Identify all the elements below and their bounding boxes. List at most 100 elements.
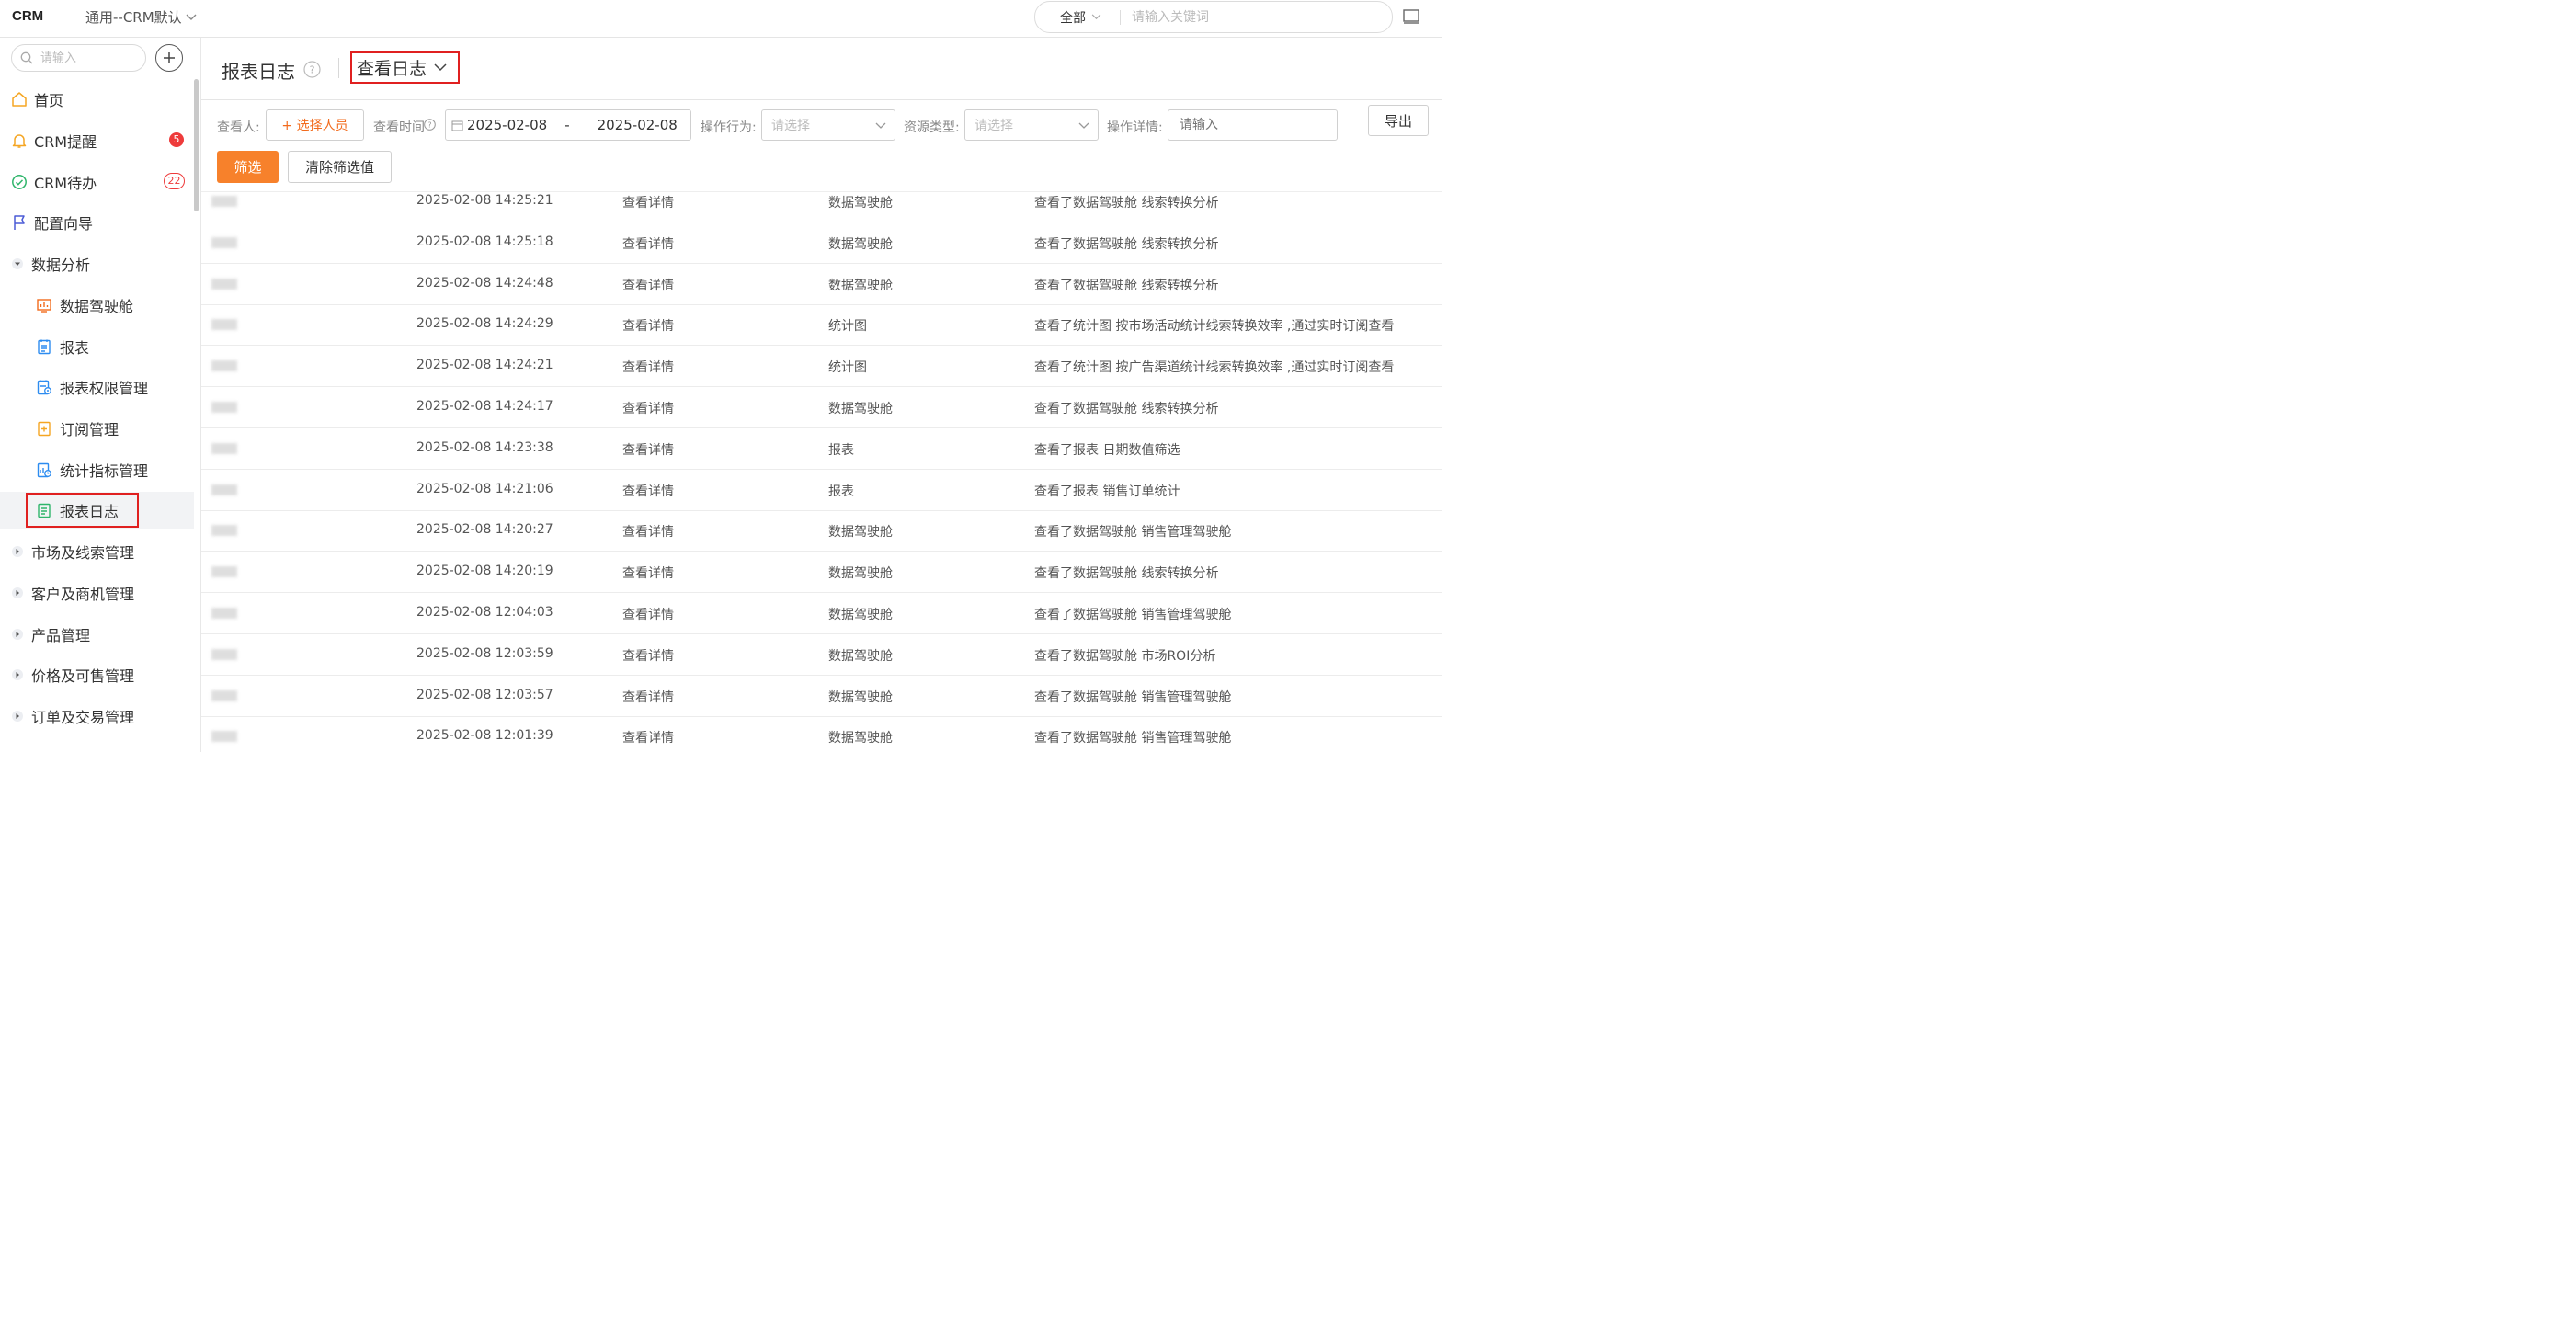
log-time-cell: 2025-02-08 14:25:18 xyxy=(416,233,553,249)
app-logo: CRM xyxy=(12,8,44,24)
log-action-cell: 查看详情 xyxy=(622,731,674,746)
sidebar-item-label: 订单及交易管理 xyxy=(31,709,135,726)
table-row[interactable]: 2025-02-08 12:03:57 查看详情 数据驾驶舱 查看了数据驾驶舱 销售管… xyxy=(201,676,1442,717)
caret-right-icon xyxy=(11,541,24,562)
log-time-cell: 2025-02-08 14:24:17 xyxy=(416,399,553,414)
add-button[interactable] xyxy=(155,44,183,72)
log-action-cell: 查看详情 xyxy=(622,566,674,582)
table-row[interactable]: 2025-02-08 12:04:03 查看详情 数据驾驶舱 查看了数据驾驶舱 销售管… xyxy=(201,593,1442,634)
select-person-label: + 选择人员 xyxy=(281,119,348,133)
select-person-button[interactable]: + 选择人员 xyxy=(266,109,364,141)
sidebar-item-label: CRM待办 xyxy=(34,175,97,192)
date-range-picker[interactable]: 2025-02-08 - 2025-02-08 xyxy=(445,109,691,141)
chevron-down-icon xyxy=(434,63,447,72)
export-button[interactable]: 导出 xyxy=(1368,105,1429,136)
sidebar-item-home[interactable]: 首页 xyxy=(0,81,194,118)
log-resource-type-cell: 数据驾驶舱 xyxy=(828,648,893,664)
table-row[interactable]: 2025-02-08 12:03:59 查看详情 数据驾驶舱 查看了数据驾驶舱 市场R… xyxy=(201,634,1442,676)
sidebar-item-metrics[interactable]: 统计指标管理 xyxy=(0,451,194,488)
chevron-down-icon xyxy=(1091,14,1101,20)
sidebar-item-label: 统计指标管理 xyxy=(60,462,149,480)
reminder-count-badge: 5 xyxy=(169,132,184,147)
date-separator: - xyxy=(564,117,570,133)
chevron-down-icon xyxy=(875,122,886,129)
table-row[interactable]: 2025-02-08 14:24:17 查看详情 数据驾驶舱 查看了数据驾驶舱 线索转… xyxy=(201,387,1442,428)
sidebar-search-input[interactable] xyxy=(39,50,134,66)
todo-count-badge: 22 xyxy=(164,173,185,189)
sidebar-item-label: 首页 xyxy=(34,92,64,109)
sidebar-item-label: CRM提醒 xyxy=(34,133,97,151)
help-icon[interactable]: ? xyxy=(303,61,321,78)
log-resource-type-cell: 数据驾驶舱 xyxy=(828,236,893,252)
log-resource-type-cell: 报表 xyxy=(828,442,854,458)
log-resource-type-cell: 统计图 xyxy=(828,319,867,335)
sidebar-item-report-permission[interactable]: 报表权限管理 xyxy=(0,369,194,405)
sidebar-item-crm-todo[interactable]: CRM待办 22 xyxy=(0,164,194,200)
table-row[interactable]: 2025-02-08 14:21:06 查看详情 报表 查看了报表 销售订单统计 xyxy=(201,470,1442,511)
table-row[interactable]: 2025-02-08 14:23:38 查看详情 报表 查看了报表 日期数值筛选 xyxy=(201,428,1442,470)
caret-right-icon xyxy=(11,665,24,685)
resource-type-select[interactable]: 请选择 xyxy=(964,109,1099,141)
app-switcher[interactable]: 通用--CRM默认 xyxy=(85,7,197,27)
sidebar-item-label: 订阅管理 xyxy=(60,421,120,439)
sidebar-item-label: 数据驾驶舱 xyxy=(60,298,134,315)
sidebar-scrollbar[interactable] xyxy=(194,79,199,211)
log-action-cell: 查看详情 xyxy=(622,648,674,664)
sidebar-item-label: 数据分析 xyxy=(31,256,91,274)
check-circle-icon xyxy=(9,172,29,192)
log-action-cell: 查看详情 xyxy=(622,608,674,622)
global-search-input[interactable] xyxy=(1130,8,1363,26)
log-action-cell: 查看详情 xyxy=(622,689,674,705)
log-detail-cell: 查看了数据驾驶舱 线索转换分析 xyxy=(1034,236,1219,252)
log-detail-cell: 查看了数据驾驶舱 销售管理驾驶舱 xyxy=(1034,731,1232,746)
search-scope-dropdown[interactable]: 全部 xyxy=(1060,8,1101,27)
sidebar-group-marketing[interactable]: 市场及线索管理 xyxy=(0,533,194,570)
search-scope-label: 全部 xyxy=(1060,10,1086,26)
redacted-user-name xyxy=(211,731,237,743)
date-end: 2025-02-08 xyxy=(597,117,678,133)
resource-type-label: 资源类型: xyxy=(904,120,960,135)
log-detail-cell: 查看了数据驾驶舱 销售管理驾驶舱 xyxy=(1034,689,1232,705)
table-row[interactable]: 2025-02-08 14:24:48 查看详情 数据驾驶舱 查看了数据驾驶舱 线索转… xyxy=(201,264,1442,305)
log-resource-type-cell: 统计图 xyxy=(828,360,867,376)
log-time-cell: 2025-02-08 14:20:27 xyxy=(416,522,553,538)
screen-icon[interactable] xyxy=(1403,9,1419,24)
log-time-cell: 2025-02-08 14:23:38 xyxy=(416,439,553,455)
title-divider xyxy=(338,58,339,78)
sidebar-group-product[interactable]: 产品管理 xyxy=(0,616,194,653)
clear-filter-button[interactable]: 清除筛选值 xyxy=(288,151,392,183)
view-mode-label: 查看日志 xyxy=(357,59,427,79)
table-row[interactable]: 2025-02-08 12:01:39 查看详情 数据驾驶舱 查看了数据驾驶舱 销售管… xyxy=(201,716,1442,752)
view-mode-dropdown[interactable]: 查看日志 xyxy=(350,51,460,84)
date-start: 2025-02-08 xyxy=(467,117,548,133)
table-row[interactable]: 2025-02-08 14:20:27 查看详情 数据驾驶舱 查看了数据驾驶舱 销售管… xyxy=(201,510,1442,552)
sidebar-group-pricing[interactable]: 价格及可售管理 xyxy=(0,656,194,693)
table-row[interactable]: 2025-02-08 14:24:21 查看详情 统计图 查看了统计图 按广告渠道统计… xyxy=(201,346,1442,388)
redacted-user-name xyxy=(211,525,237,537)
log-resource-type-cell: 数据驾驶舱 xyxy=(828,566,893,582)
sidebar-item-report[interactable]: 报表 xyxy=(0,328,194,365)
calendar-icon xyxy=(451,120,463,131)
sidebar-group-orders[interactable]: 订单及交易管理 xyxy=(0,698,194,735)
sidebar-group-data-analysis[interactable]: 数据分析 xyxy=(0,245,194,282)
log-resource-type-cell: 数据驾驶舱 xyxy=(828,402,893,416)
filter-button[interactable]: 筛选 xyxy=(217,151,279,183)
table-row[interactable]: 2025-02-08 14:24:29 查看详情 统计图 查看了统计图 按市场活动统计… xyxy=(201,304,1442,347)
table-row[interactable]: 2025-02-08 14:25:18 查看详情 数据驾驶舱 查看了数据驾驶舱 线索转… xyxy=(201,222,1442,264)
sidebar-item-crm-reminder[interactable]: CRM提醒 5 xyxy=(0,122,194,159)
detail-input[interactable] xyxy=(1178,117,1328,133)
log-time-cell: 2025-02-08 12:04:03 xyxy=(416,605,553,620)
sidebar-item-setup-guide[interactable]: 配置向导 xyxy=(0,204,194,241)
app-name: 通用--CRM默认 xyxy=(85,9,182,26)
sidebar-item-label: 报表权限管理 xyxy=(60,380,149,397)
flag-icon xyxy=(9,212,29,233)
table-row[interactable]: 2025-02-08 14:25:21 查看详情 数据驾驶舱 查看了数据驾驶舱 线索转… xyxy=(201,192,1442,222)
table-row[interactable]: 2025-02-08 14:20:19 查看详情 数据驾驶舱 查看了数据驾驶舱 线索转… xyxy=(201,552,1442,594)
sidebar-item-data-cockpit[interactable]: 数据驾驶舱 xyxy=(0,287,194,324)
action-select[interactable]: 请选择 xyxy=(761,109,895,141)
help-icon[interactable]: ? xyxy=(424,119,436,131)
redacted-user-name xyxy=(211,648,237,660)
sidebar-group-customer[interactable]: 客户及商机管理 xyxy=(0,575,194,611)
sidebar-item-subscription[interactable]: 订阅管理 xyxy=(0,410,194,447)
log-detail-cell: 查看了数据驾驶舱 销售管理驾驶舱 xyxy=(1034,608,1232,622)
